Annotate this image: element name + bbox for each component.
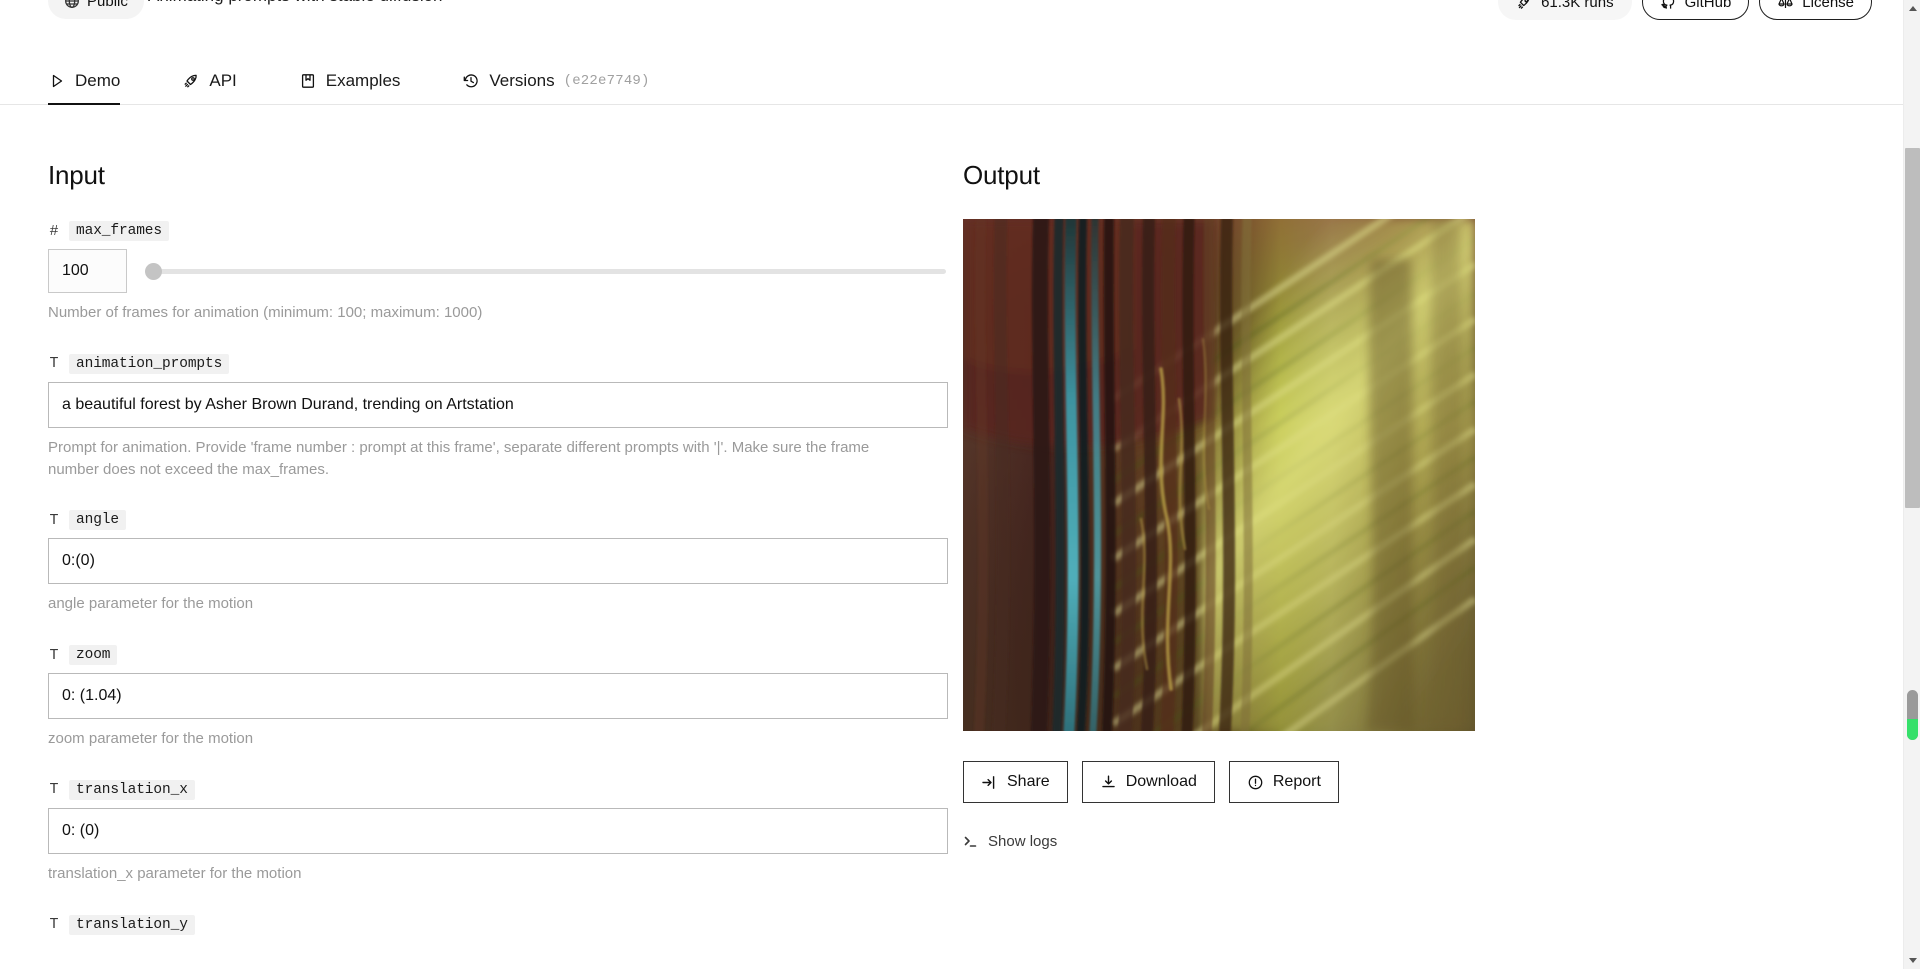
angle-input[interactable]: 0:(0) [48, 538, 948, 585]
field-name-angle: angle [69, 510, 127, 531]
model-subtitle: Animating prompts with stable diffusion [148, 0, 443, 6]
type-mark-text-icon: T [49, 781, 59, 799]
field-name-animation-prompts: animation_prompts [69, 353, 230, 374]
share-arrow-icon [981, 774, 998, 791]
visibility-label: Public [87, 0, 128, 10]
type-mark-text-icon: T [49, 646, 59, 664]
github-icon [1660, 0, 1677, 11]
field-label-translation-x: T translation_x [48, 779, 948, 800]
scrollbar-progress-marker [1907, 690, 1918, 740]
output-image[interactable] [963, 219, 1475, 731]
slider-thumb[interactable] [145, 262, 162, 280]
field-translation-x: T translation_x 0: (0) translation_x par… [48, 779, 948, 885]
download-icon [1100, 774, 1117, 791]
tab-examples[interactable]: Examples [299, 71, 423, 104]
field-name-max-frames: max_frames [69, 221, 170, 241]
field-label-zoom: T zoom [48, 645, 948, 665]
report-button[interactable]: Report [1228, 761, 1339, 803]
rocket-icon [182, 72, 200, 90]
field-name-translation-x: translation_x [69, 779, 195, 800]
max-frames-control-row: 100 [48, 249, 948, 293]
play-triangle-icon [48, 72, 66, 90]
hint-angle: angle parameter for the motion [48, 595, 254, 613]
tab-versions-label: Versions [489, 71, 555, 90]
output-actions: Share Download Report [963, 761, 1863, 803]
runs-label: 61.3K runs [1541, 0, 1614, 11]
field-translation-y: T translation_y [48, 914, 948, 935]
history-clock-icon [462, 72, 480, 90]
page-scrollbar[interactable] [1903, 0, 1920, 969]
translation-x-input[interactable]: 0: (0) [48, 807, 948, 854]
scrollbar-thumb[interactable] [1905, 148, 1920, 508]
share-button[interactable]: Share [963, 761, 1068, 803]
globe-icon [64, 0, 80, 9]
output-image-render [963, 219, 1475, 731]
type-mark-text-icon: T [49, 916, 59, 933]
output-panel-title: Output [963, 160, 1040, 190]
scales-icon [1777, 0, 1794, 11]
version-hash: (e22e7749) [563, 73, 650, 89]
alert-circle-icon [1247, 774, 1264, 791]
input-panel: Input # max_frames 100 Number of frames … [48, 160, 948, 943]
field-animation-prompts: T animation_prompts a beautiful forest b… [48, 353, 948, 481]
field-label-angle: T angle [48, 510, 948, 531]
field-label-translation-y: T translation_y [48, 914, 948, 935]
github-label: GitHub [1684, 0, 1732, 11]
field-label-max-frames: # max_frames [48, 221, 948, 241]
type-mark-text-icon: T [49, 511, 59, 529]
hint-zoom: zoom parameter for the motion [48, 730, 254, 747]
input-panel-title: Input [48, 160, 105, 190]
github-button[interactable]: GitHub [1641, 0, 1750, 20]
slider-track [145, 268, 946, 274]
tab-versions[interactable]: Versions (e22e7749) [462, 71, 671, 104]
max-frames-slider[interactable] [145, 249, 946, 293]
license-button[interactable]: License [1759, 0, 1872, 20]
max-frames-input[interactable]: 100 [48, 249, 127, 293]
type-mark-number-icon: # [49, 222, 59, 240]
progress-indicator [1907, 719, 1918, 740]
tab-api[interactable]: API [182, 71, 258, 104]
zoom-input[interactable]: 0: (1.04) [48, 673, 948, 719]
field-max-frames: # max_frames 100 Number of frames for an… [48, 221, 948, 324]
license-label: License [1802, 0, 1854, 11]
scroll-up-arrow-icon[interactable] [1904, 0, 1920, 17]
output-panel: Output Share Download Report Show logs [963, 160, 1863, 855]
download-button[interactable]: Download [1081, 761, 1215, 803]
tab-demo-label: Demo [75, 71, 121, 90]
model-page: Public Animating prompts with stable dif… [0, 0, 1920, 969]
page-header: Public Animating prompts with stable dif… [0, 0, 1920, 28]
visibility-badge: Public [48, 0, 144, 19]
tab-bar: Demo API Examples Versions (e22e7749) [0, 57, 1920, 105]
hint-max-frames: Number of frames for animation (minimum:… [48, 304, 483, 321]
field-zoom: T zoom 0: (1.04) zoom parameter for the … [48, 645, 948, 750]
field-label-animation-prompts: T animation_prompts [48, 353, 948, 374]
runs-pill[interactable]: 61.3K runs [1498, 0, 1632, 20]
show-logs-toggle[interactable]: Show logs [963, 833, 1057, 850]
terminal-prompt-icon [963, 834, 979, 850]
tab-list: Demo API Examples Versions (e22e7749) [48, 71, 672, 105]
hint-translation-x: translation_x parameter for the motion [48, 864, 302, 882]
scroll-down-arrow-icon[interactable] [1904, 952, 1920, 969]
tab-demo[interactable]: Demo [48, 71, 142, 105]
animation-prompts-input[interactable]: a beautiful forest by Asher Brown Durand… [48, 381, 948, 428]
rocket-icon [1516, 0, 1533, 11]
tab-api-label: API [209, 71, 237, 90]
download-label: Download [1125, 773, 1197, 790]
field-name-zoom: zoom [69, 645, 118, 665]
type-mark-text-icon: T [49, 355, 59, 373]
header-actions: 61.3K runs GitHub License [1498, 0, 1872, 20]
share-label: Share [1007, 773, 1050, 790]
field-name-translation-y: translation_y [69, 914, 195, 935]
field-angle: T angle 0:(0) angle parameter for the mo… [48, 510, 948, 615]
book-icon [299, 72, 317, 90]
hint-animation-prompts: Prompt for animation. Provide 'frame num… [48, 438, 870, 478]
tab-examples-label: Examples [325, 71, 401, 90]
show-logs-label: Show logs [988, 833, 1058, 850]
report-label: Report [1272, 773, 1321, 790]
